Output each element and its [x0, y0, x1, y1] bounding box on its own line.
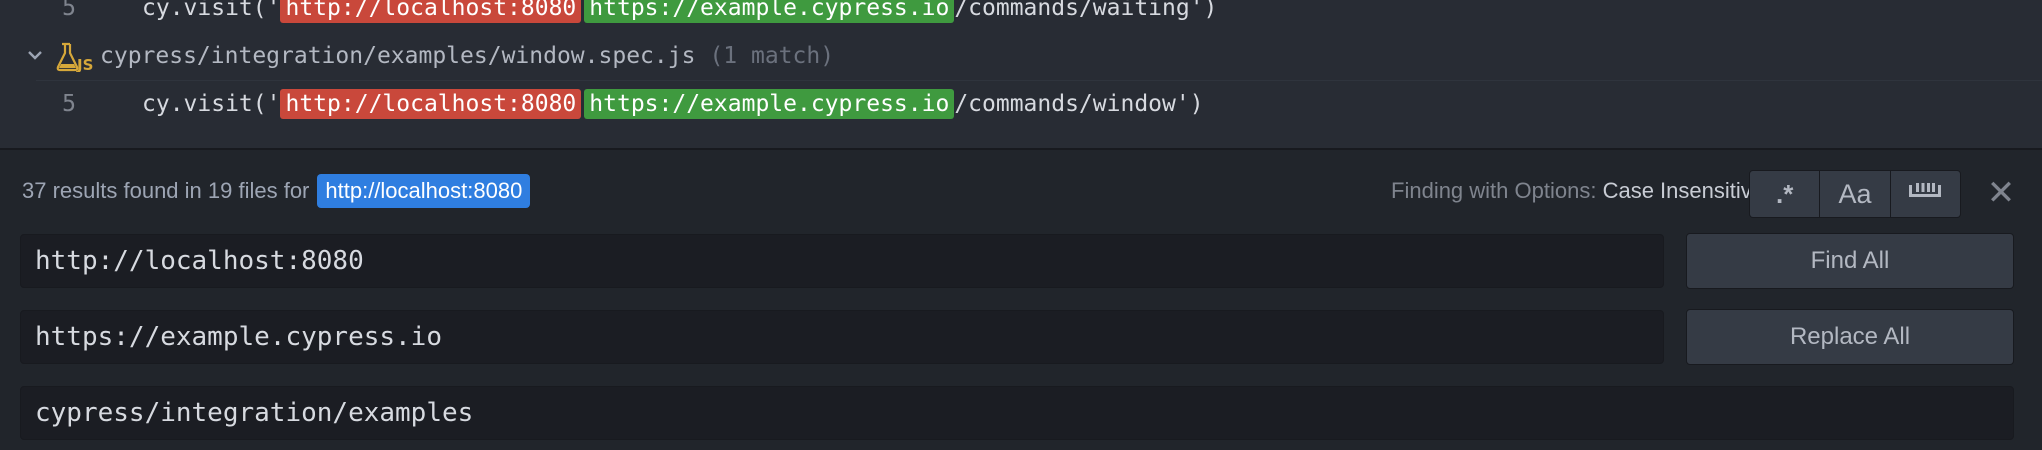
line-number: 5 [62, 0, 76, 21]
match-highlight: http://localhost:8080 [280, 89, 582, 119]
match-highlight: http://localhost:8080 [280, 0, 582, 23]
code-suffix: /commands/waiting') [954, 0, 1218, 21]
results-summary: 37 results found in 19 files for http://l… [22, 174, 531, 208]
replace-input[interactable]: https://example.cypress.io [20, 310, 1664, 364]
result-file-header[interactable]: JS cypress/integration/examples/window.s… [0, 34, 2042, 78]
result-code: cy.visit(' http://localhost:8080 https://e… [142, 82, 1204, 126]
file-path: cypress/integration/examples/window.spec… [100, 34, 834, 78]
query-badge: http://localhost:8080 [317, 174, 531, 208]
regex-toggle-button[interactable]: .* [1750, 171, 1821, 217]
close-icon[interactable]: ✕ [1982, 174, 2020, 212]
finding-options-label: Finding with Options: Case Insensitive [1391, 174, 1764, 208]
results-list[interactable]: 5 cy.visit(' http://localhost:8080 https:/… [0, 0, 2042, 150]
options-label-text: Finding with Options: [1391, 178, 1597, 203]
code-suffix: /commands/window') [954, 91, 1204, 117]
svg-text:JS: JS [76, 56, 93, 72]
chevron-down-icon[interactable] [24, 34, 46, 78]
match-case-toggle-button[interactable]: Aa [1820, 171, 1891, 217]
match-count: (1 match) [709, 43, 835, 69]
summary-text: 37 results found in 19 files for [22, 178, 310, 203]
options-value: Case Insensitive [1602, 178, 1764, 203]
result-line[interactable]: 5 cy.visit(' http://localhost:8080 https:/… [0, 0, 2042, 30]
file-path-text: cypress/integration/examples/window.spec… [100, 43, 696, 69]
replace-all-button[interactable]: Replace All [1686, 309, 2014, 365]
find-and-replace-window: 5 cy.visit(' http://localhost:8080 https:/… [0, 0, 2042, 450]
find-all-button[interactable]: Find All [1686, 233, 2014, 289]
result-line[interactable]: 5 cy.visit(' http://localhost:8080 https:/… [0, 82, 2042, 126]
paths-filter-input[interactable]: cypress/integration/examples [20, 386, 2014, 440]
divider [36, 80, 2042, 81]
find-input[interactable]: http://localhost:8080 [20, 234, 1664, 288]
whole-word-icon [1907, 179, 1943, 210]
line-number: 5 [62, 91, 76, 117]
code-prefix: cy.visit(' [142, 91, 281, 117]
js-test-file-icon: JS [56, 42, 94, 74]
whole-word-toggle-button[interactable] [1890, 171, 1960, 217]
replacement-highlight: https://example.cypress.io [584, 89, 955, 119]
search-options-toggles: .* Aa [1749, 170, 1961, 218]
replacement-highlight: https://example.cypress.io [584, 0, 955, 23]
code-prefix: cy.visit(' [142, 0, 281, 21]
find-panel: 37 results found in 19 files for http://l… [0, 150, 2042, 450]
result-code: cy.visit(' http://localhost:8080 https://e… [142, 0, 1217, 30]
